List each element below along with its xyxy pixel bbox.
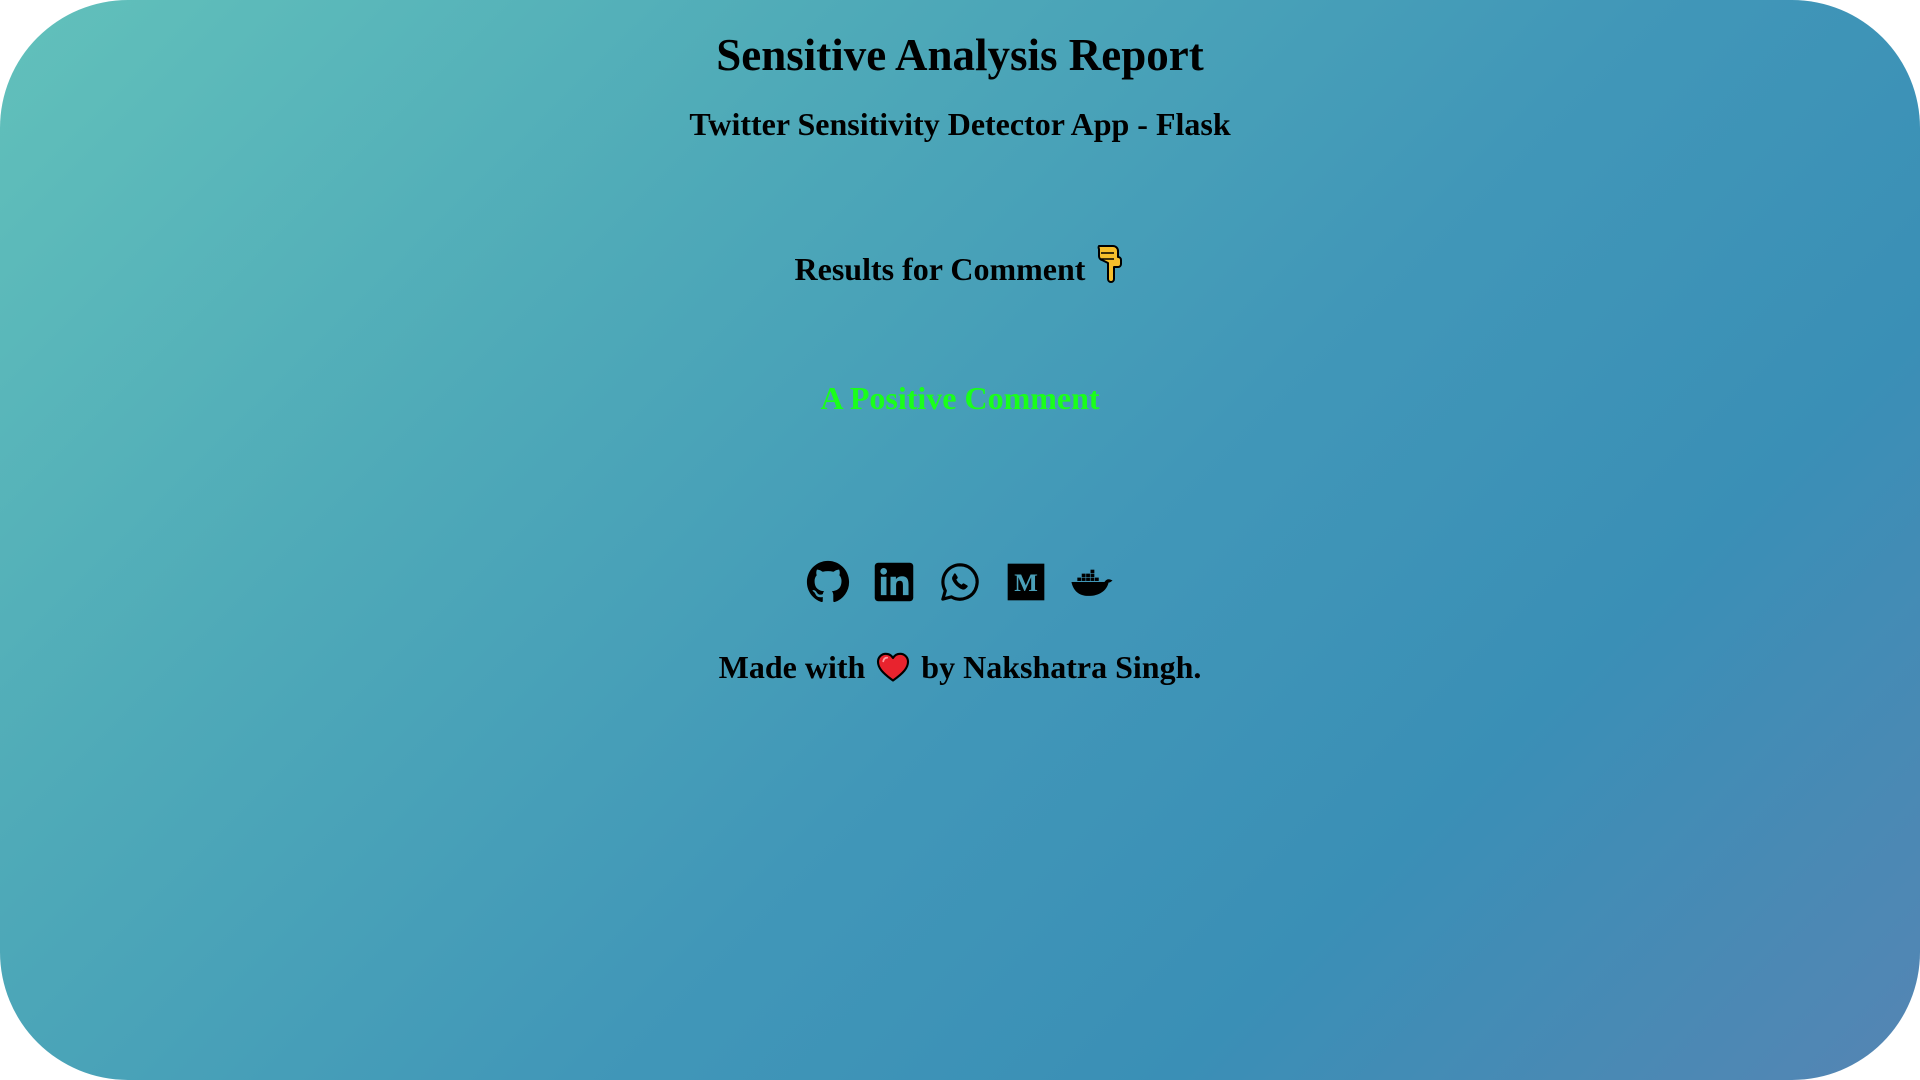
- results-label: Results for Comment: [794, 250, 1086, 287]
- pointing-down-hand-icon: [1095, 243, 1125, 294]
- footer-credit: Made with by Nakshatra Singh.: [0, 647, 1920, 687]
- report-card: Sensitive Analysis Report Twitter Sensit…: [0, 0, 1920, 1080]
- made-with-text: Made with: [718, 649, 866, 685]
- social-links: M: [0, 560, 1920, 604]
- page-subtitle: Twitter Sensitivity Detector App - Flask: [689, 106, 1231, 142]
- page-title: Sensitive Analysis Report: [716, 30, 1204, 80]
- results-heading: Results for Comment: [0, 243, 1920, 294]
- linkedin-icon[interactable]: [872, 560, 916, 604]
- heart-icon: [875, 649, 911, 685]
- github-icon[interactable]: [806, 560, 850, 604]
- whatsapp-icon[interactable]: [938, 560, 982, 604]
- svg-text:M: M: [1014, 570, 1038, 597]
- docker-icon[interactable]: [1070, 560, 1114, 604]
- author-text: by Nakshatra Singh.: [921, 649, 1202, 685]
- medium-icon[interactable]: M: [1004, 560, 1048, 604]
- verdict-text: A Positive Comment: [820, 380, 1100, 416]
